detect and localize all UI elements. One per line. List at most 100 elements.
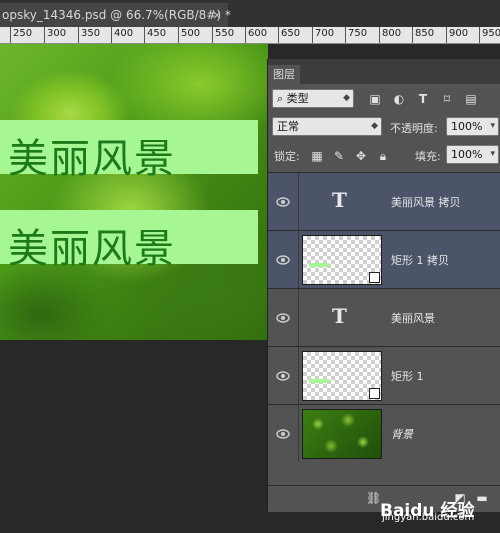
lock-brush-icon[interactable]: ✎ (332, 149, 346, 163)
ruler-tick (44, 27, 45, 43)
document-tab[interactable]: opsky_14346.psd @ 66.7%(RGB/8#) * × (0, 3, 231, 27)
blend-mode-dropdown[interactable]: 正常 ◆ (272, 117, 382, 136)
layer-row[interactable]: 矩形 1 拷贝 (268, 230, 500, 288)
type-filter-icon[interactable]: T (416, 92, 430, 106)
eye-icon (276, 429, 290, 439)
lock-row: 锁定: ▦ ✎ ✥ 🔒︎ 填充: 100% ▾ (268, 145, 500, 167)
opacity-label: 不透明度: (390, 122, 438, 135)
canvas-title-text: 美丽风景 (8, 136, 176, 182)
baidu-watermark: Baidu 经验 jingyan.baidu.com (380, 478, 498, 528)
ruler-label: 400 (114, 28, 134, 39)
chevron-down-icon: ▾ (490, 121, 495, 131)
ruler-tick (278, 27, 279, 43)
layer-row[interactable]: T 美丽风景 (268, 288, 500, 346)
layer-name[interactable]: 美丽风景 拷贝 (391, 194, 461, 210)
document-tab-title: opsky_14346.psd @ 66.7%(RGB/8#) * (2, 8, 231, 22)
ruler-tick (312, 27, 313, 43)
ruler-label: 300 (47, 28, 67, 39)
ruler-label: 350 (81, 28, 101, 39)
ruler-tick (412, 27, 413, 43)
eye-icon (276, 255, 290, 265)
ruler-label: 750 (348, 28, 368, 39)
search-icon: ⌕ (277, 92, 284, 105)
ruler-label: 650 (281, 28, 301, 39)
close-icon[interactable]: × (212, 3, 222, 27)
ruler-label: 850 (415, 28, 435, 39)
fill-value: 100% (451, 148, 483, 161)
title-band-2[interactable]: 美丽风景 (0, 210, 258, 272)
visibility-toggle[interactable] (268, 405, 299, 462)
ruler-label: 800 (382, 28, 402, 39)
ruler-tick (479, 27, 480, 43)
layer-row[interactable]: T 美丽风景 拷贝 (268, 172, 500, 230)
canvas-title-text: 美丽风景 (8, 226, 176, 272)
text-layer-icon: T (332, 304, 347, 328)
ruler-label: 550 (215, 28, 235, 39)
ruler-label: 950 (482, 28, 500, 39)
ruler-tick (178, 27, 179, 43)
tab-layers[interactable]: 图层 (268, 65, 300, 84)
ruler-label: 500 (181, 28, 201, 39)
blend-mode-value: 正常 (277, 120, 299, 133)
layers-panel: 图层 ⌕ 类型 ◆ ▣ ◐ T ⌑ ▤ 正常 ◆ 不透明度: 100% ▾ 锁定… (267, 59, 500, 512)
layer-row[interactable]: 背景 (268, 404, 500, 462)
ruler-tick (212, 27, 213, 43)
fill-field[interactable]: 100% ▾ (446, 145, 499, 164)
link-icon[interactable]: ⛓ (366, 491, 381, 505)
layer-name[interactable]: 矩形 1 (391, 368, 424, 384)
watermark-url: jingyan.baidu.com (382, 512, 475, 523)
shape-filter-icon[interactable]: ⌑ (440, 92, 454, 106)
ruler-tick (245, 27, 246, 43)
visibility-toggle[interactable] (268, 347, 299, 404)
blend-row: 正常 ◆ 不透明度: 100% ▾ (268, 117, 500, 139)
shape-preview (309, 379, 329, 383)
filter-row: ⌕ 类型 ◆ ▣ ◐ T ⌑ ▤ (268, 88, 500, 110)
layer-name[interactable]: 美丽风景 (391, 310, 435, 326)
filter-kind-value: 类型 (286, 92, 309, 105)
opacity-field[interactable]: 100% ▾ (446, 117, 499, 136)
ruler-tick (111, 27, 112, 43)
lock-position-icon[interactable]: ✥ (354, 149, 368, 163)
filter-kind-dropdown[interactable]: ⌕ 类型 ◆ (272, 89, 354, 108)
visibility-toggle[interactable] (268, 173, 299, 230)
shape-badge-icon (369, 388, 380, 399)
lock-label: 锁定: (274, 150, 300, 163)
layer-name[interactable]: 背景 (391, 426, 413, 442)
layer-row[interactable]: 矩形 1 (268, 346, 500, 404)
document-canvas[interactable]: 美丽风景 美丽风景 (0, 44, 268, 340)
eye-icon (276, 197, 290, 207)
background-thumbnail (302, 409, 382, 459)
chevron-icon: ◆ (371, 121, 378, 131)
ruler-tick (144, 27, 145, 43)
fill-label: 填充: (415, 150, 441, 163)
smart-object-filter-icon[interactable]: ▤ (464, 92, 478, 106)
layer-name[interactable]: 矩形 1 拷贝 (391, 252, 449, 268)
document-tab-bar: opsky_14346.psd @ 66.7%(RGB/8#) * × (0, 0, 500, 27)
eye-icon (276, 371, 290, 381)
ruler-label: 900 (449, 28, 469, 39)
visibility-toggle[interactable] (268, 231, 299, 288)
ruler-label: 600 (248, 28, 268, 39)
layer-thumbnail (302, 235, 382, 285)
panel-tab-bar: 图层 (268, 59, 500, 84)
title-band-1[interactable]: 美丽风景 (0, 120, 258, 182)
eye-icon (276, 313, 290, 323)
opacity-value: 100% (451, 120, 483, 133)
ruler-tick (446, 27, 447, 43)
ruler-tick (78, 27, 79, 43)
shape-badge-icon (369, 272, 380, 283)
image-filter-icon[interactable]: ▣ (368, 92, 382, 106)
ruler-label: 700 (315, 28, 335, 39)
chevron-down-icon: ▾ (490, 149, 495, 159)
shape-preview (309, 263, 329, 267)
ruler-label: 250 (13, 28, 33, 39)
lock-pixels-icon[interactable]: ▦ (310, 149, 324, 163)
ruler-tick (379, 27, 380, 43)
pasteboard (0, 340, 268, 533)
chevron-icon: ◆ (343, 93, 350, 103)
visibility-toggle[interactable] (268, 289, 299, 346)
ruler-label: 450 (147, 28, 167, 39)
horizontal-ruler: 250 300 350 400 450 500 550 600 650 700 … (0, 27, 500, 44)
adjustment-filter-icon[interactable]: ◐ (392, 92, 406, 106)
lock-all-icon[interactable]: 🔒︎ (376, 149, 390, 163)
